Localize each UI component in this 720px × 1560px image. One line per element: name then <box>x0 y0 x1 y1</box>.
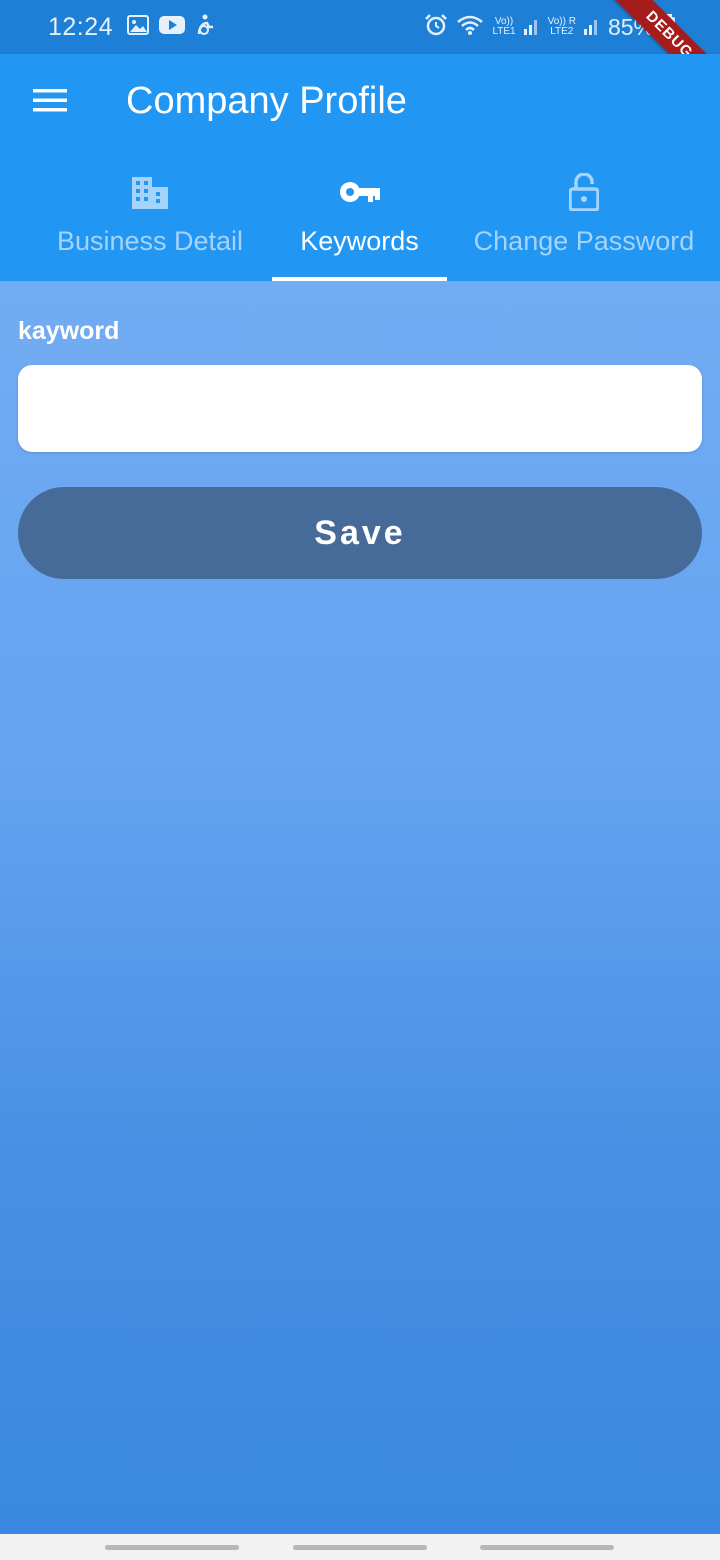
menu-button[interactable] <box>22 78 78 126</box>
tab-label: Change Password <box>473 226 695 256</box>
tab-bar: Business Detail Keywords Change Password <box>0 162 720 281</box>
key-icon <box>339 172 380 212</box>
tab-business-detail[interactable]: Business Detail <box>40 162 260 281</box>
network-label-1: Vo)) LTE1 <box>492 16 516 37</box>
accessibility-icon <box>195 14 215 41</box>
hamburger-menu-icon <box>33 88 67 117</box>
nav-home-handle[interactable] <box>293 1545 427 1550</box>
save-button[interactable]: Save <box>18 487 702 579</box>
alarm-icon <box>424 13 448 42</box>
status-time: 12:24 <box>48 12 114 41</box>
app-bar: Company Profile Business Detail Keywords… <box>0 54 720 281</box>
lock-icon <box>569 172 599 212</box>
network-label-2: Vo)) R LTE2 <box>547 16 576 37</box>
notification-icons <box>127 14 215 41</box>
youtube-icon <box>159 15 186 40</box>
tab-keywords[interactable]: Keywords <box>272 162 447 281</box>
page-title: Company Profile <box>126 80 407 122</box>
keyword-input[interactable] <box>18 365 702 452</box>
keywords-form: kayword Save <box>0 281 720 1534</box>
wifi-icon <box>456 14 484 41</box>
building-icon <box>132 172 168 212</box>
nav-recents-handle[interactable] <box>105 1545 239 1550</box>
gallery-icon <box>127 14 150 40</box>
nav-back-handle[interactable] <box>480 1545 614 1550</box>
status-bar: 12:24 Vo)) LTE1 Vo)) R LTE2 85% DEBUG <box>0 0 720 105</box>
keyword-label: kayword <box>18 317 120 345</box>
tab-label: Keywords <box>300 226 419 256</box>
signal-icon <box>523 15 540 40</box>
tab-change-password[interactable]: Change Password <box>470 162 698 281</box>
signal-icon <box>583 15 600 40</box>
system-navigation-bar <box>0 1534 720 1560</box>
tab-label: Business Detail <box>56 226 244 256</box>
